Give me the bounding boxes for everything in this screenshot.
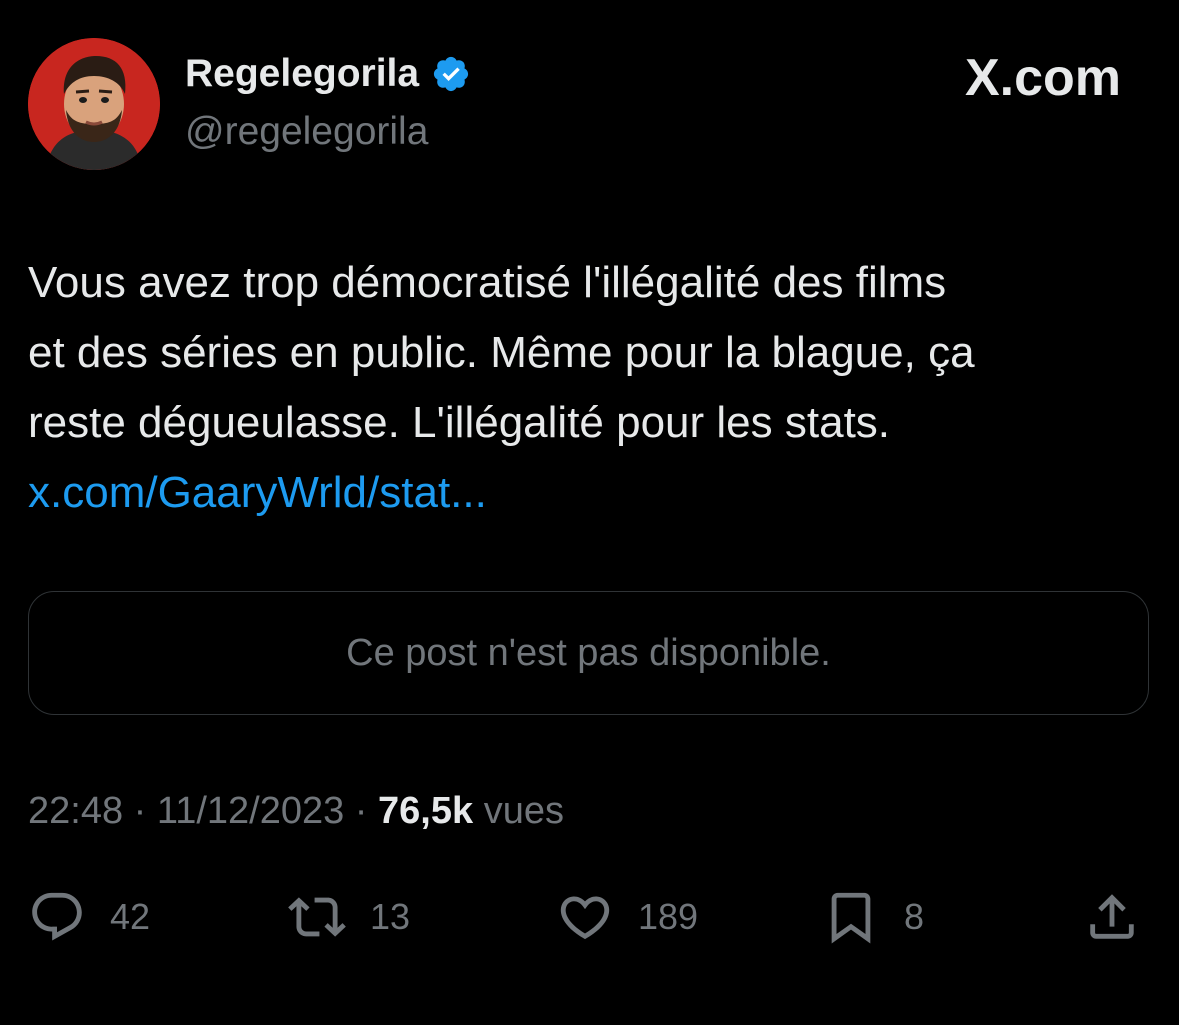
- action-bar: 42 13 189 8: [0, 886, 1179, 948]
- avatar[interactable]: [28, 38, 160, 170]
- repost-button[interactable]: 13: [288, 886, 410, 948]
- views-count: 76,5k: [378, 790, 474, 832]
- tweet-meta: 22:48 · 11/12/2023 · 76,5k vues: [28, 790, 564, 833]
- author-display-name[interactable]: Regelegorila: [185, 52, 419, 96]
- reply-icon: [32, 892, 82, 941]
- tweet-date[interactable]: 11/12/2023: [157, 790, 344, 832]
- share-button[interactable]: [1083, 886, 1141, 948]
- bookmark-count: 8: [904, 896, 925, 937]
- views-label: vues: [483, 790, 564, 832]
- meta-separator: ·: [123, 790, 157, 832]
- heart-icon: [560, 896, 610, 940]
- repost-count: 13: [370, 896, 411, 937]
- tweet-link[interactable]: x.com/GaaryWrld/stat...: [28, 468, 487, 517]
- quoted-post-unavailable-text: Ce post n'est pas disponible.: [346, 631, 831, 674]
- tweet-line: reste dégueulasse. L'illégalité pour les…: [28, 398, 891, 447]
- quoted-post-unavailable: Ce post n'est pas disponible.: [28, 591, 1149, 715]
- repost-icon: [288, 897, 346, 937]
- verified-badge-icon: [433, 56, 469, 92]
- reply-button[interactable]: 42: [28, 886, 150, 948]
- author-name-row[interactable]: Regelegorila: [185, 52, 471, 96]
- tweet-line: Vous avez trop démocratisé l'illégalité …: [28, 258, 947, 307]
- reply-count: 42: [110, 896, 151, 937]
- like-count: 189: [638, 896, 699, 937]
- bookmark-icon: [831, 892, 871, 944]
- meta-separator: ·: [344, 790, 379, 832]
- brand-text: X.com: [964, 49, 1121, 107]
- tweet-line: et des séries en public. Même pour la bl…: [28, 328, 975, 377]
- avatar-illustration: [28, 38, 160, 170]
- brand-watermark: X.com: [965, 48, 1121, 108]
- bookmark-button[interactable]: 8: [822, 886, 924, 948]
- author-handle[interactable]: @regelegorila: [185, 110, 428, 154]
- share-icon: [1090, 894, 1134, 939]
- tweet-time[interactable]: 22:48: [28, 790, 123, 832]
- like-button[interactable]: 189: [556, 886, 698, 948]
- tweet-text: Vous avez trop démocratisé l'illégalité …: [28, 248, 1148, 528]
